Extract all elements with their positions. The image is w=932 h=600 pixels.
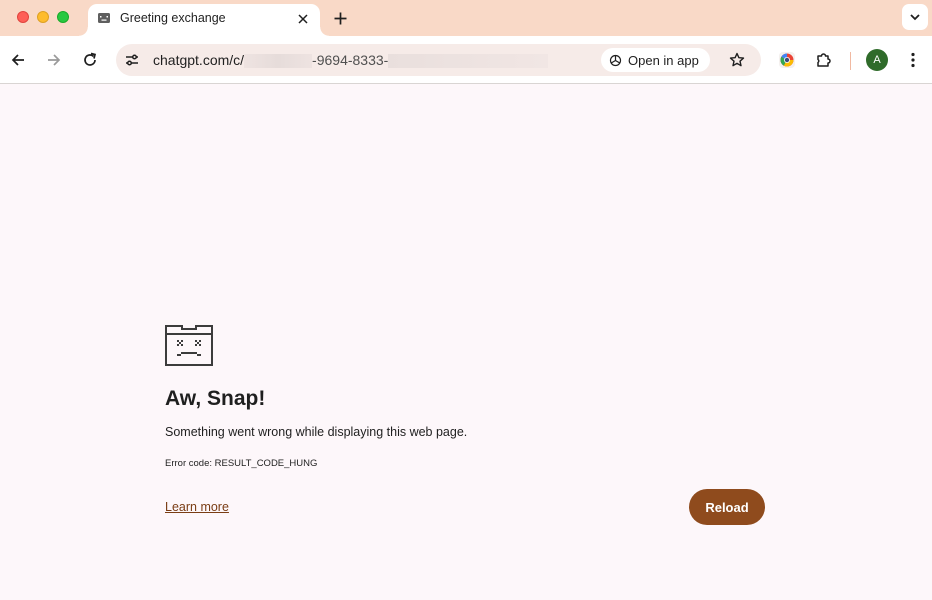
error-heading: Aw, Snap! xyxy=(165,387,266,410)
open-in-app-button[interactable]: Open in app xyxy=(601,48,710,72)
zoom-window-button[interactable] xyxy=(57,11,69,23)
minimize-window-button[interactable] xyxy=(37,11,49,23)
tab-title: Greeting exchange xyxy=(120,11,226,25)
profile-avatar[interactable]: A xyxy=(866,49,888,71)
extensions-puzzle-icon[interactable] xyxy=(812,48,836,72)
tab-search-chevron-icon[interactable] xyxy=(902,4,928,30)
url-host: chatgpt.com/c/ xyxy=(153,52,245,68)
forward-arrow-icon[interactable] xyxy=(42,48,66,72)
sad-folder-icon xyxy=(165,325,213,366)
tab-strip: Greeting exchange xyxy=(0,0,932,36)
error-message: Something went wrong while displaying th… xyxy=(165,425,468,439)
tab-close-icon[interactable] xyxy=(294,10,312,28)
address-bar[interactable]: chatgpt.com/c/ -9694-8333- Open in app xyxy=(116,44,761,76)
url-text[interactable]: chatgpt.com/c/ -9694-8333- xyxy=(153,52,549,68)
toolbar-divider xyxy=(850,52,851,70)
sad-page-icon xyxy=(98,13,110,23)
url-redacted-segment xyxy=(244,54,313,68)
url-redacted-segment xyxy=(388,54,549,68)
close-window-button[interactable] xyxy=(17,11,29,23)
reload-icon[interactable] xyxy=(78,48,102,72)
active-tab[interactable]: Greeting exchange xyxy=(79,4,329,36)
learn-more-link[interactable]: Learn more xyxy=(165,500,229,514)
back-arrow-icon[interactable] xyxy=(6,48,30,72)
chrome-extension-colorful-icon[interactable] xyxy=(775,48,799,72)
error-code: Error code: RESULT_CODE_HUNG xyxy=(165,458,318,469)
bookmark-star-icon[interactable] xyxy=(725,48,749,72)
toolbar: chatgpt.com/c/ -9694-8333- Open in app A xyxy=(0,36,932,84)
url-visible-fragment: -9694-8333- xyxy=(312,52,389,68)
site-info-tune-icon[interactable] xyxy=(121,49,143,71)
openai-logo-icon xyxy=(609,54,622,66)
open-in-app-label: Open in app xyxy=(628,52,699,68)
new-tab-icon[interactable] xyxy=(330,8,350,28)
more-menu-icon[interactable] xyxy=(901,48,925,72)
reload-button[interactable]: Reload xyxy=(689,489,765,525)
